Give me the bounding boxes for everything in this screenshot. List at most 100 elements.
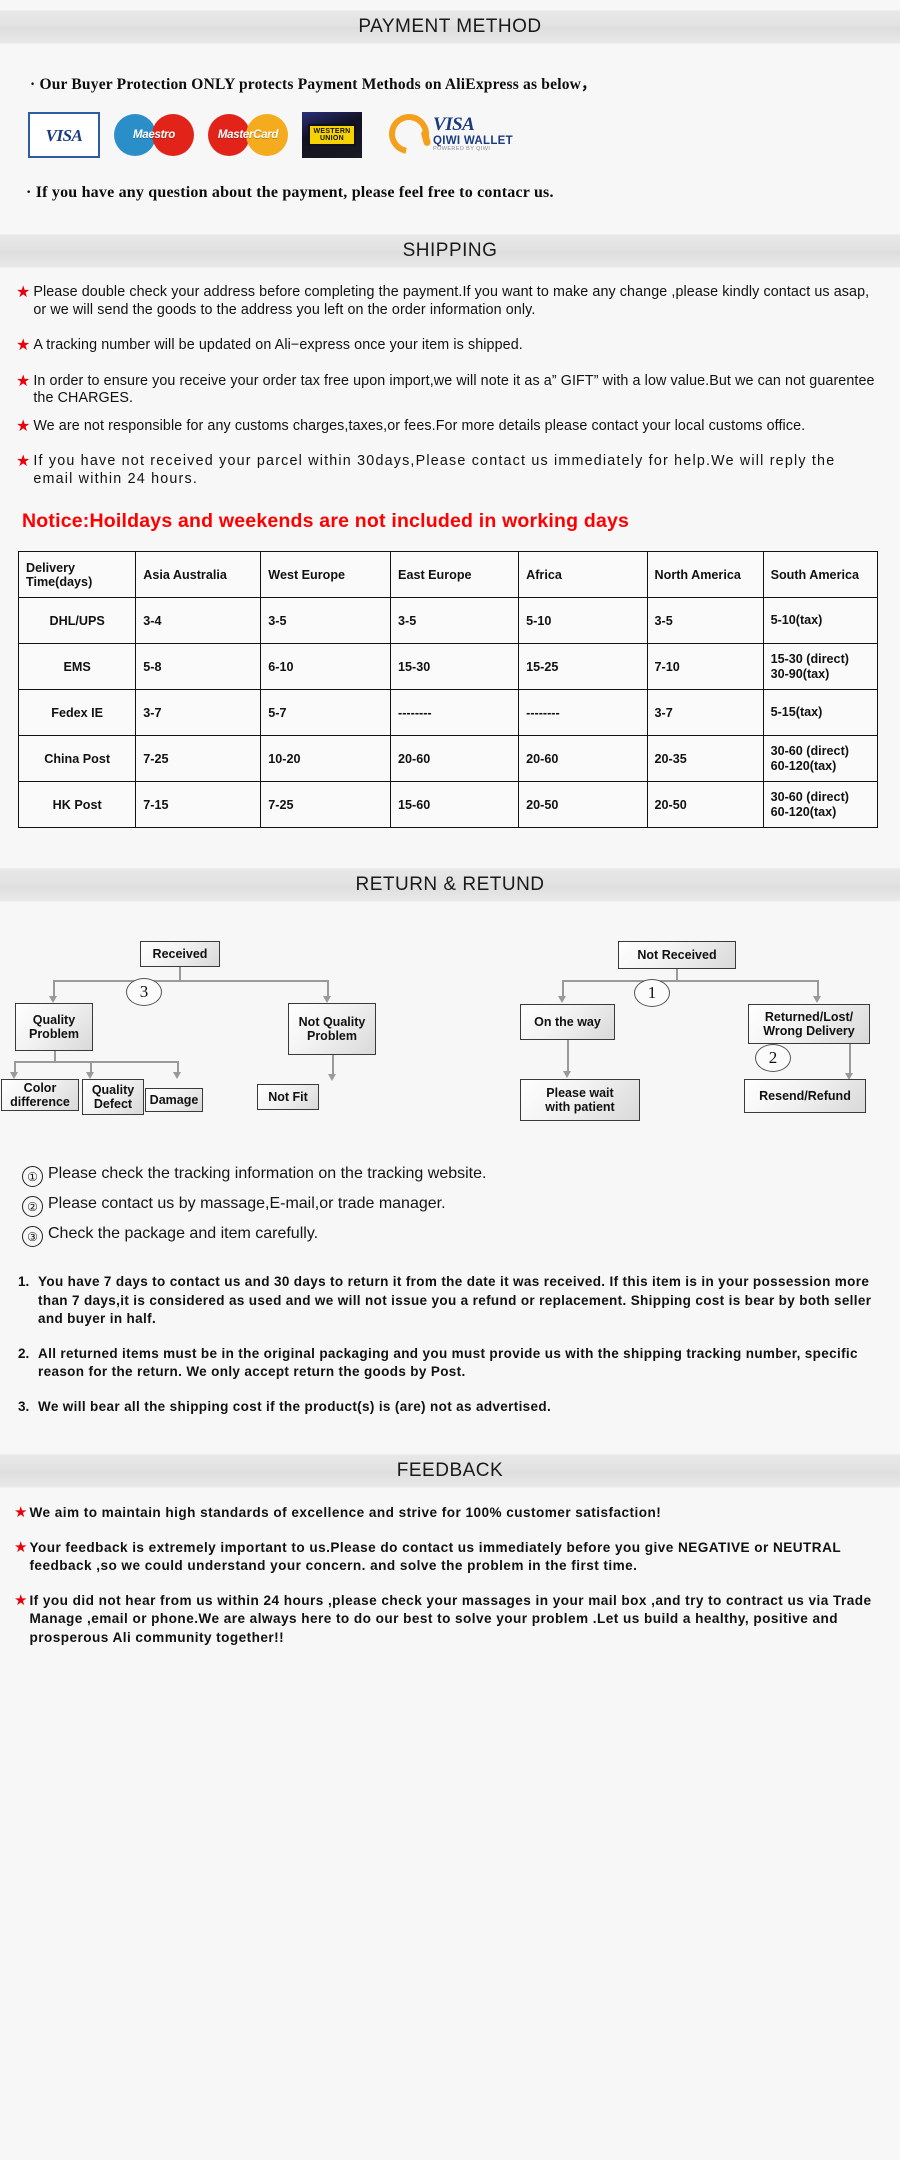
section-header-shipping: SHIPPING bbox=[0, 234, 900, 268]
circled-number-3: ③ bbox=[22, 1226, 43, 1247]
table-row-label: China Post bbox=[17, 735, 137, 782]
circled-note-text: Please check the tracking information on… bbox=[48, 1165, 487, 1182]
table-cell: 20-50 bbox=[646, 781, 764, 828]
flow-node-quality-problem: Quality Problem bbox=[15, 1003, 93, 1051]
note-number: 3. bbox=[18, 1398, 30, 1414]
table-cell: 5-10 bbox=[518, 597, 648, 644]
table-header-cell: South America bbox=[762, 551, 879, 598]
flow-badge-3: 3 bbox=[126, 978, 162, 1006]
flow-node-resend-refund: Resend/Refund bbox=[744, 1079, 866, 1113]
list-item: 1. You have 7 days to contact us and 30 … bbox=[18, 1273, 882, 1329]
shipping-bullet: ★ A tracking number will be updated on A… bbox=[16, 337, 900, 355]
visa-label: VISA bbox=[45, 125, 83, 145]
star-icon: ★ bbox=[14, 1538, 28, 1556]
note-number: 1. bbox=[18, 1274, 30, 1289]
flow-node-damage: Damage bbox=[145, 1088, 203, 1112]
table-cell: 30-60 (direct) 60-120(tax) bbox=[762, 781, 879, 828]
list-item: ② Please contact us by massage,E-mail,or… bbox=[22, 1194, 900, 1217]
shipping-bullet-text: A tracking number will be updated on Ali… bbox=[33, 337, 523, 353]
table-row: China Post 7-25 10-20 20-60 20-60 20-35 … bbox=[17, 735, 879, 782]
shipping-bullet-text: In order to ensure you receive your orde… bbox=[33, 372, 875, 407]
flow-node-please-wait: Please wait with patient bbox=[520, 1079, 640, 1121]
table-header-cell: Asia Australia bbox=[135, 551, 262, 598]
table-cell: 3-7 bbox=[135, 689, 262, 736]
table-cell: 7-25 bbox=[260, 781, 392, 828]
flow-arrow bbox=[563, 1071, 571, 1078]
table-cell: 5-15(tax) bbox=[762, 689, 879, 736]
table-cell: 15-60 bbox=[390, 781, 520, 828]
table-row: Fedex IE 3-7 5-7 -------- -------- 3-7 5… bbox=[17, 689, 879, 736]
flow-connector bbox=[179, 967, 181, 981]
qiwi-q-mark bbox=[381, 106, 437, 162]
flow-node-not-received: Not Received bbox=[618, 941, 736, 969]
flow-node-returned-lost-wrong: Returned/Lost/ Wrong Delivery bbox=[748, 1004, 870, 1044]
flow-arrow bbox=[323, 996, 331, 1003]
shipping-bullet-text: Please double check your address before … bbox=[33, 284, 870, 318]
flow-node-not-fit: Not Fit bbox=[257, 1084, 319, 1110]
table-header-cell: West Europe bbox=[260, 551, 392, 598]
circled-note-text: Check the package and item carefully. bbox=[48, 1225, 319, 1242]
table-cell: 6-10 bbox=[260, 643, 392, 690]
table-cell: 10-20 bbox=[260, 735, 392, 782]
table-cell: 5-7 bbox=[260, 689, 392, 736]
note-text: You have 7 days to contact us and 30 day… bbox=[38, 1274, 872, 1326]
payment-section: · Our Buyer Protection ONLY protects Pay… bbox=[0, 44, 900, 212]
flow-connector bbox=[567, 1040, 569, 1074]
table-cell: 15-30 bbox=[390, 643, 520, 690]
flow-badge-2: 2 bbox=[755, 1044, 791, 1072]
mastercard-label: MasterCard bbox=[217, 129, 279, 141]
western-union-plate: WESTERN UNION bbox=[308, 124, 356, 146]
table-cell: 15-25 bbox=[518, 643, 648, 690]
maestro-icon: Maestro bbox=[114, 112, 194, 158]
section-header-payment: PAYMENT METHOD bbox=[0, 10, 900, 44]
flow-connector bbox=[14, 1061, 178, 1063]
star-icon: ★ bbox=[16, 453, 31, 470]
payment-intro-text: · Our Buyer Protection ONLY protects Pay… bbox=[30, 76, 597, 93]
return-numbered-notes: 1. You have 7 days to contact us and 30 … bbox=[18, 1273, 900, 1416]
flow-arrow bbox=[558, 996, 566, 1003]
star-icon: ★ bbox=[16, 337, 31, 354]
return-flowchart: Received 3 Quality Problem Not Quality P… bbox=[0, 916, 900, 1146]
product-policy-page: PAYMENT METHOD · Our Buyer Protection ON… bbox=[0, 0, 900, 1689]
shipping-bullet: ★ Please double check your address befor… bbox=[16, 284, 900, 319]
section-header-return: RETURN & RETUND bbox=[0, 868, 900, 902]
section-title-shipping: SHIPPING bbox=[402, 240, 498, 261]
table-cell: 20-50 bbox=[518, 781, 648, 828]
table-cell: 5-8 bbox=[135, 643, 262, 690]
table-row: EMS 5-8 6-10 15-30 15-25 7-10 15-30 (dir… bbox=[17, 643, 879, 690]
table-row-label: EMS bbox=[17, 643, 137, 690]
list-item: ③ Check the package and item carefully. bbox=[22, 1224, 900, 1247]
flow-connector bbox=[53, 980, 328, 982]
list-item: ① Please check the tracking information … bbox=[22, 1164, 900, 1187]
note-number: 2. bbox=[18, 1345, 30, 1361]
visa-icon: VISA bbox=[28, 112, 100, 158]
flow-arrow bbox=[813, 996, 821, 1003]
flow-arrow bbox=[328, 1074, 336, 1081]
flow-node-quality-defect: Quality Defect bbox=[82, 1079, 144, 1115]
qiwi-wallet-icon: VISA QIWI WALLET POWERED BY QIWI bbox=[376, 106, 526, 162]
list-item: 3. We will bear all the shipping cost if… bbox=[18, 1398, 882, 1417]
table-row: DHL/UPS 3-4 3-5 3-5 5-10 3-5 5-10(tax) bbox=[17, 597, 879, 644]
shipping-bullet-text: We are not responsible for any customs c… bbox=[33, 417, 806, 434]
flow-badge-1: 1 bbox=[634, 979, 670, 1007]
table-cell: 5-10(tax) bbox=[762, 597, 879, 644]
qiwi-visa-label: VISA bbox=[433, 114, 475, 136]
circled-note-text: Please contact us by massage,E-mail,or t… bbox=[48, 1195, 446, 1212]
shipping-bullet: ★ If you have not received your parcel w… bbox=[16, 453, 900, 488]
table-cell: 15-30 (direct) 30-90(tax) bbox=[762, 643, 879, 690]
shipping-bullet-text: If you have not received your parcel wit… bbox=[33, 453, 836, 487]
feedback-bullet: ★ We aim to maintain high standards of e… bbox=[14, 1504, 900, 1523]
shipping-bullet: ★ In order to ensure you receive your or… bbox=[16, 373, 900, 408]
western-union-label-1: WESTERN bbox=[313, 128, 351, 135]
shipping-section: ★ Please double check your address befor… bbox=[0, 268, 900, 834]
table-cell: 7-15 bbox=[135, 781, 262, 828]
table-cell: 7-10 bbox=[646, 643, 764, 690]
feedback-bullet: ★ If you did not hear from us within 24 … bbox=[14, 1592, 900, 1648]
feedback-bullet: ★ Your feedback is extremely important t… bbox=[14, 1539, 900, 1576]
table-row-label: HK Post bbox=[17, 781, 137, 828]
table-header-row: Delivery Time(days) Asia Australia West … bbox=[17, 551, 879, 598]
table-cell: 20-60 bbox=[518, 735, 648, 782]
return-circled-notes: ① Please check the tracking information … bbox=[22, 1164, 900, 1247]
payment-logo-row: VISA Maestro MasterCard WESTERN UNION VI… bbox=[28, 106, 900, 162]
table-cell: 7-25 bbox=[135, 735, 262, 782]
